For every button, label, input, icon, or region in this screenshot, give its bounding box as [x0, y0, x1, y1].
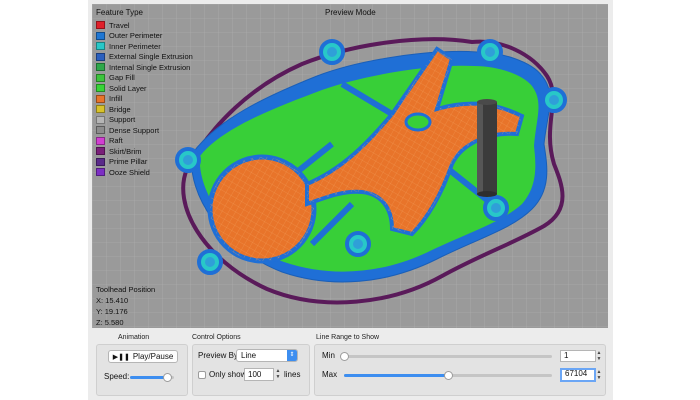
legend-item: Bridge: [96, 104, 193, 115]
min-slider-thumb[interactable]: [339, 352, 349, 361]
legend-label: Infill: [109, 94, 123, 104]
legend-item: Ooze Shield: [96, 167, 193, 178]
legend-swatch: [96, 21, 105, 30]
legend-item: Skirt/Brim: [96, 146, 193, 157]
legend-label: Support: [109, 115, 136, 125]
preview-by-select[interactable]: Line ⇕: [236, 349, 298, 362]
center-hole: [404, 112, 432, 132]
legend-swatch: [96, 147, 105, 156]
legend-item: Travel: [96, 20, 193, 31]
speed-slider-fill: [130, 376, 168, 379]
legend-swatch: [96, 84, 105, 93]
legend-item: Inner Perimeter: [96, 41, 193, 52]
control-options-group-label: Control Options: [192, 334, 241, 341]
legend-item: Gap Fill: [96, 73, 193, 84]
only-show-stepper[interactable]: ▲ ▼: [275, 368, 281, 380]
min-label: Min: [322, 351, 335, 360]
animation-group-label: Animation: [118, 334, 150, 341]
legend-label: Prime Pillar: [109, 157, 148, 167]
preview-mode-label: Preview Mode: [325, 8, 376, 17]
legend-swatch: [96, 105, 105, 114]
legend-item: Solid Layer: [96, 83, 193, 94]
speed-slider-thumb[interactable]: [162, 373, 172, 382]
speed-label: Speed:: [104, 372, 130, 381]
legend-swatch: [96, 136, 105, 145]
play-pause-icon: ▶❚❚: [112, 353, 130, 361]
control-panel: Animation ▶❚❚ Play/Pause Speed: Control …: [88, 330, 613, 400]
legend-label: Travel: [109, 20, 130, 30]
feature-type-legend: Travel Outer Perimeter Inner Perimeter Exte…: [96, 20, 193, 178]
legend-swatch: [96, 42, 105, 51]
legend-swatch: [96, 94, 105, 103]
preview-by-label: Preview By: [198, 351, 239, 360]
max-slider-thumb[interactable]: [443, 371, 453, 380]
max-label: Max: [322, 370, 338, 379]
legend-item: Infill: [96, 94, 193, 105]
legend-label: External Single Extrusion: [109, 52, 193, 62]
min-slider-track[interactable]: [344, 355, 552, 358]
min-stepper[interactable]: ▲ ▼: [596, 350, 602, 362]
legend-label: Solid Layer: [109, 83, 147, 93]
toolhead-y: Y: 19.176: [96, 307, 128, 316]
toolhead-position: Toolhead Position X: 15.410 Y: 19.176 Z:…: [96, 284, 155, 328]
legend-swatch: [96, 168, 105, 177]
legend-label: Raft: [109, 136, 123, 146]
app-window: Preview Mode Feature Type Travel Outer Pe…: [88, 0, 613, 400]
legend-swatch: [96, 115, 105, 124]
legend-label: Outer Perimeter: [109, 31, 163, 41]
lines-label: lines: [284, 370, 301, 379]
max-slider-fill: [344, 374, 448, 377]
legend-label: Inner Perimeter: [109, 41, 161, 51]
legend-label: Ooze Shield: [109, 167, 150, 177]
legend-title: Feature Type: [96, 8, 143, 17]
min-value-input[interactable]: 1: [560, 350, 596, 362]
legend-swatch: [96, 52, 105, 61]
legend-swatch: [96, 73, 105, 82]
legend-item: Outer Perimeter: [96, 31, 193, 42]
toolhead-title: Toolhead Position: [96, 285, 156, 294]
legend-label: Skirt/Brim: [109, 146, 142, 156]
legend-item: Dense Support: [96, 125, 193, 136]
play-pause-label: Play/Pause: [132, 352, 174, 361]
only-show-lines-input[interactable]: 100: [244, 368, 274, 381]
preview-by-value: Line: [241, 351, 257, 360]
legend-label: Bridge: [109, 104, 131, 114]
legend-item: Internal Single Extrusion: [96, 62, 193, 73]
toolhead-pillar: [477, 99, 497, 197]
legend-swatch: [96, 126, 105, 135]
legend-item: Prime Pillar: [96, 157, 193, 168]
legend-item: Support: [96, 115, 193, 126]
legend-item: External Single Extrusion: [96, 52, 193, 63]
legend-swatch: [96, 31, 105, 40]
toolhead-x: X: 15.410: [96, 296, 129, 305]
legend-label: Dense Support: [109, 125, 160, 135]
line-range-group-label: Line Range to Show: [316, 334, 380, 341]
max-value-input[interactable]: 67104: [560, 368, 596, 382]
play-pause-button[interactable]: ▶❚❚ Play/Pause: [108, 350, 178, 363]
3d-preview-viewport[interactable]: Preview Mode Feature Type Travel Outer Pe…: [92, 4, 608, 328]
chevron-updown-icon: ⇕: [287, 350, 297, 361]
legend-swatch: [96, 157, 105, 166]
only-show-label: Only show: [209, 370, 247, 379]
legend-label: Internal Single Extrusion: [109, 62, 191, 72]
legend-label: Gap Fill: [109, 73, 135, 83]
legend-swatch: [96, 63, 105, 72]
toolhead-z: Z: 5.580: [96, 318, 124, 327]
max-stepper[interactable]: ▲ ▼: [596, 369, 602, 381]
legend-item: Raft: [96, 136, 193, 147]
only-show-checkbox[interactable]: [198, 371, 206, 379]
